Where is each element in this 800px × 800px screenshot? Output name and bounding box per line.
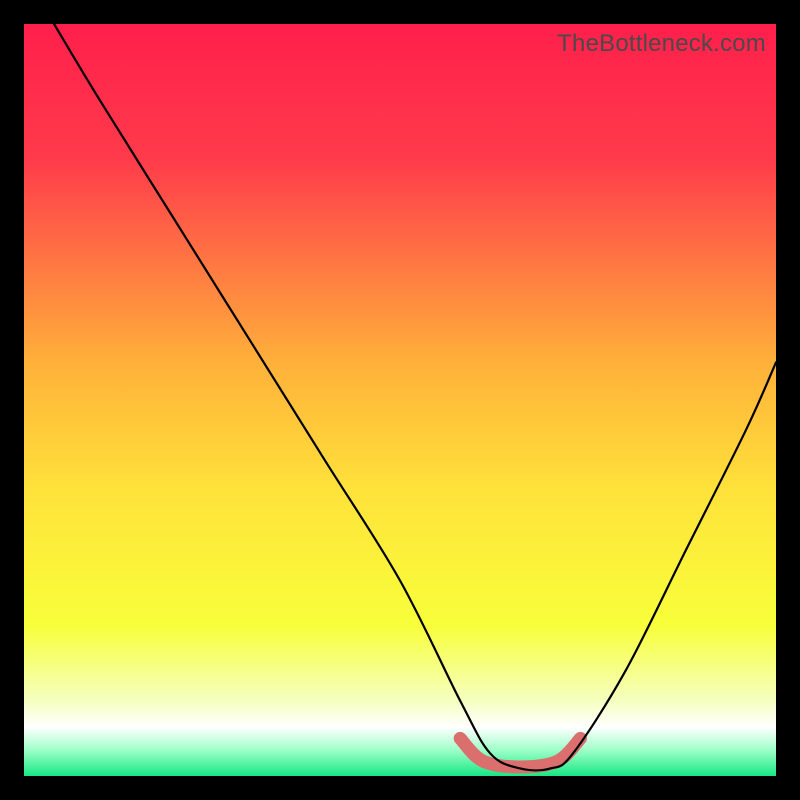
bottleneck-curve: [54, 24, 776, 770]
chart-frame: TheBottleneck.com: [0, 0, 800, 800]
watermark-text: TheBottleneck.com: [557, 30, 766, 58]
highlight-band: [460, 738, 580, 767]
plot-area: TheBottleneck.com: [24, 24, 776, 776]
chart-curves: [24, 24, 776, 776]
